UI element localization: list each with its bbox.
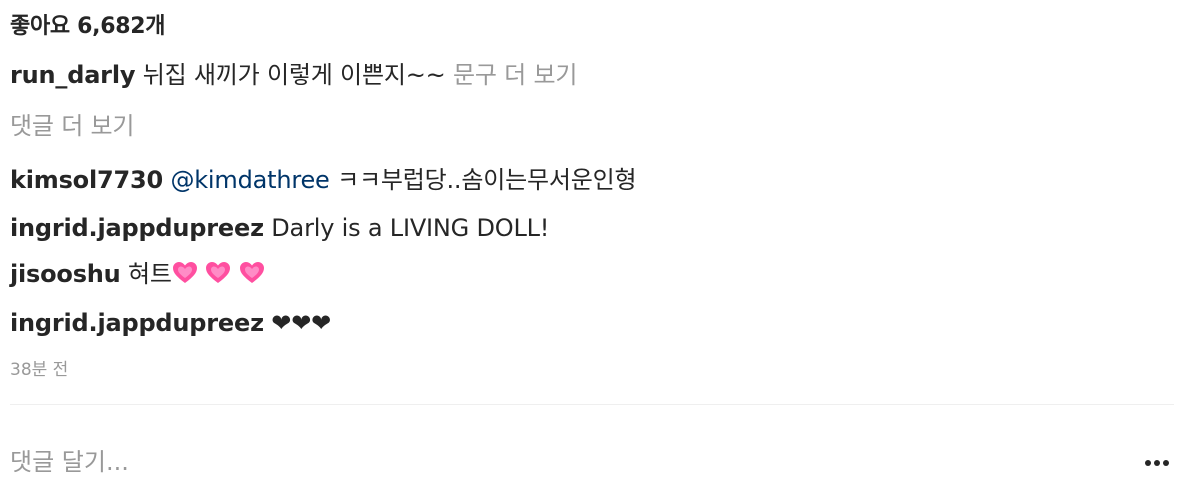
comment-text: ❤❤❤	[271, 309, 332, 337]
comment-input[interactable]	[10, 443, 1120, 481]
comment-row: kimsol7730 @kimdathree ㅋㅋ부럽당..솜이는무서운인형	[10, 164, 637, 196]
comment-row: ingrid.jappdupreez ❤❤❤	[10, 307, 331, 339]
comment-text: Darly is a LIVING DOLL!	[271, 214, 550, 242]
post-comments-panel: 좋아요 6,682개 run_darly 뉘집 새끼가 이렇게 이쁜지~~ 문구…	[0, 0, 1192, 498]
growing-heart-icon	[172, 261, 198, 293]
post-timestamp[interactable]: 38분 전	[10, 358, 68, 382]
comment-username[interactable]: jisooshu	[10, 260, 121, 288]
caption-username[interactable]: run_darly	[10, 61, 135, 89]
view-more-comments-link[interactable]: 댓글 더 보기	[10, 110, 134, 142]
comment-username[interactable]: ingrid.jappdupreez	[10, 309, 264, 337]
caption-more-link[interactable]: 문구 더 보기	[453, 61, 577, 89]
caption-text: 뉘집 새끼가 이렇게 이쁜지~~	[142, 61, 446, 89]
comment-text: 혀트	[128, 260, 265, 288]
comment-username[interactable]: ingrid.jappdupreez	[10, 214, 264, 242]
comment-row: jisooshu 혀트	[10, 258, 265, 293]
comment-row: ingrid.jappdupreez Darly is a LIVING DOL…	[10, 212, 549, 244]
growing-heart-icon	[205, 261, 231, 293]
caption-row: run_darly 뉘집 새끼가 이렇게 이쁜지~~ 문구 더 보기	[10, 59, 577, 91]
comment-username[interactable]: kimsol7730	[10, 166, 163, 194]
likes-count[interactable]: 좋아요 6,682개	[10, 12, 166, 42]
divider	[10, 404, 1174, 405]
more-horizontal-icon[interactable]	[1142, 448, 1172, 478]
comment-mention[interactable]: @kimdathree	[170, 166, 329, 194]
growing-heart-icon	[239, 261, 265, 293]
comment-text: ㅋㅋ부럽당..솜이는무서운인형	[337, 166, 637, 194]
